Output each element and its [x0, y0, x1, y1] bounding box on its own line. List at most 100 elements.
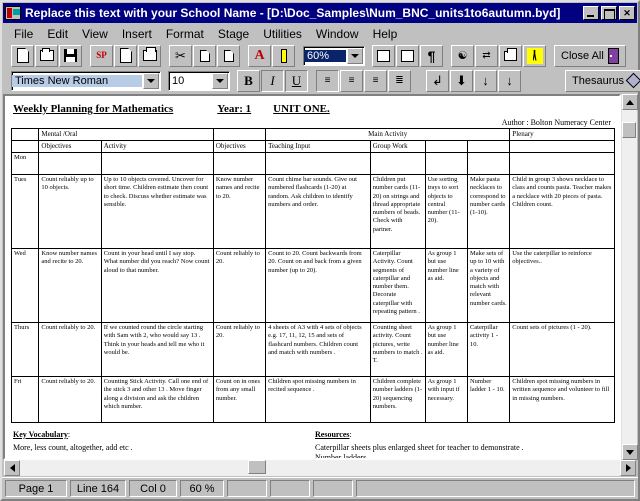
spell-check-button[interactable]: SP [90, 44, 113, 67]
horizontal-scroll-track[interactable] [20, 460, 620, 476]
row-day-thurs: Thurs [10, 321, 40, 377]
header-blank-a [424, 139, 468, 153]
arrow-down-left-icon: ↲ [432, 72, 443, 88]
zoom-combo[interactable]: 60% [303, 45, 365, 66]
vertical-scroll-track[interactable] [622, 110, 637, 444]
run-button[interactable] [523, 44, 546, 67]
cell-plenary: Child in group 3 shows necklace to class… [509, 173, 615, 249]
binoculars-icon: ☯ [457, 50, 468, 62]
camera-button[interactable] [499, 44, 522, 67]
align-justify-button[interactable]: ≣ [388, 69, 411, 92]
cell-objectives-2: Count reliably to 20. [212, 321, 267, 377]
cell-group-2: As group 1 but use number line as aid. [424, 321, 468, 377]
maximize-button[interactable] [601, 6, 617, 20]
thesaurus-button[interactable]: Thesaurus [565, 69, 640, 92]
show-marks-button[interactable]: ¶ [420, 44, 443, 67]
align-left-button[interactable]: ≡ [316, 69, 339, 92]
print-button[interactable] [138, 44, 161, 67]
horizontal-scrollbar[interactable] [4, 460, 636, 476]
replace-button[interactable]: ⇄ [475, 44, 498, 67]
paste-button[interactable] [217, 44, 240, 67]
menu-insert[interactable]: Insert [116, 26, 158, 42]
cell-objectives-2 [212, 151, 267, 175]
menu-window[interactable]: Window [310, 26, 365, 42]
menu-view[interactable]: View [76, 26, 114, 42]
vertical-scroll-thumb[interactable] [622, 122, 636, 138]
arrow-up-icon [626, 99, 634, 105]
resources-section: Resources: Caterpillar sheets plus enlar… [313, 423, 615, 458]
table-row: Thurs Count reliably to 20. If we counte… [10, 321, 615, 377]
align-center-icon: ≡ [372, 75, 379, 86]
header-main-activity: Main Activity [265, 128, 511, 141]
move-down-button-1[interactable]: ⬇ [450, 69, 473, 92]
cell-group-3: Make pasta necklaces to correspond to nu… [466, 173, 511, 249]
menu-file[interactable]: File [8, 26, 39, 42]
font-colour-button[interactable]: A [248, 44, 271, 67]
move-down-button-2[interactable]: ↓ [474, 69, 497, 92]
move-down-left-button[interactable]: ↲ [426, 69, 449, 92]
header-plenary: Plenary [509, 128, 615, 141]
cell-activity: Count in your head until I say stop. Wha… [100, 247, 214, 323]
table-row: Mon [10, 151, 615, 175]
bullets-button[interactable] [372, 44, 395, 67]
cell-group-2 [424, 151, 468, 175]
cell-objectives: Count reliably up to 10 objects. [38, 173, 102, 249]
scroll-down-button[interactable] [622, 444, 638, 460]
new-document-button[interactable] [11, 44, 34, 67]
copy-button[interactable] [193, 44, 216, 67]
open-file-button[interactable] [35, 44, 58, 67]
close-all-button[interactable]: Close All [554, 44, 626, 67]
font-size-value: 10 [172, 74, 185, 87]
arrow-left-icon [9, 464, 15, 472]
cell-group-1: Caterpillar Activity. Count segments of … [369, 247, 426, 323]
cell-objectives: Count reliably to 20. [38, 375, 102, 423]
chevron-down-icon[interactable] [347, 47, 363, 64]
scroll-up-button[interactable] [622, 94, 638, 110]
print-preview-button[interactable] [114, 44, 137, 67]
cell-group-2: As group 1 but use number line as aid. [424, 247, 468, 323]
menu-edit[interactable]: Edit [41, 26, 74, 42]
cell-group-3: Make sets of up to 10 with a variety of … [466, 247, 511, 323]
status-blank-2 [270, 480, 310, 497]
font-size-combo[interactable]: 10 [168, 70, 230, 91]
menu-bar: File Edit View Insert Format Stage Utili… [2, 23, 638, 43]
table-header-group-row: Mental /Oral Main Activity Plenary [10, 128, 615, 141]
cell-group-3: Number ladder 1 - 10. [466, 375, 511, 423]
thesaurus-label: Thesaurus [572, 74, 624, 87]
font-name-combo[interactable]: Times New Roman [11, 70, 161, 91]
menu-utilities[interactable]: Utilities [257, 26, 308, 42]
font-size-chevron-down-icon[interactable] [212, 72, 228, 89]
font-name-value: Times New Roman [12, 74, 142, 87]
document-footer: Key Vocabulary: More, less count, altoge… [11, 423, 615, 458]
cut-button[interactable]: ✂ [169, 44, 192, 67]
cell-objectives-2: Know number names and recite to 20. [212, 173, 267, 249]
document-page[interactable]: Weekly Planning for Mathematics Year: 1 … [3, 94, 621, 460]
plan-year: Year: 1 [217, 103, 252, 115]
minimize-button[interactable] [583, 6, 599, 20]
document-heading: Weekly Planning for Mathematics Year: 1 … [13, 103, 615, 115]
move-down-button-3[interactable]: ↓ [498, 69, 521, 92]
indent-button[interactable] [396, 44, 419, 67]
header-teaching-input: Teaching Input [265, 139, 371, 153]
font-name-chevron-down-icon[interactable] [143, 72, 159, 89]
align-center-button[interactable]: ≡ [364, 69, 387, 92]
menu-help[interactable]: Help [367, 26, 404, 42]
cell-activity [100, 151, 214, 175]
horizontal-scroll-thumb[interactable] [248, 460, 266, 474]
align-right-button[interactable]: ≡ [340, 69, 363, 92]
menu-format[interactable]: Format [160, 26, 210, 42]
find-button[interactable]: ☯ [451, 44, 474, 67]
row-day-wed: Wed [10, 247, 40, 323]
underline-label: U [291, 72, 302, 88]
highlight-button[interactable] [272, 44, 295, 67]
save-button[interactable] [59, 44, 82, 67]
underline-button[interactable]: U [285, 69, 308, 92]
menu-stage[interactable]: Stage [212, 26, 255, 42]
scroll-right-button[interactable] [620, 460, 636, 476]
zoom-value: 60% [304, 49, 346, 62]
bold-button[interactable]: B [237, 69, 260, 92]
close-button[interactable]: ✕ [619, 6, 635, 20]
italic-button[interactable]: I [261, 69, 284, 92]
vertical-scrollbar[interactable] [621, 94, 638, 460]
scroll-left-button[interactable] [4, 460, 20, 476]
